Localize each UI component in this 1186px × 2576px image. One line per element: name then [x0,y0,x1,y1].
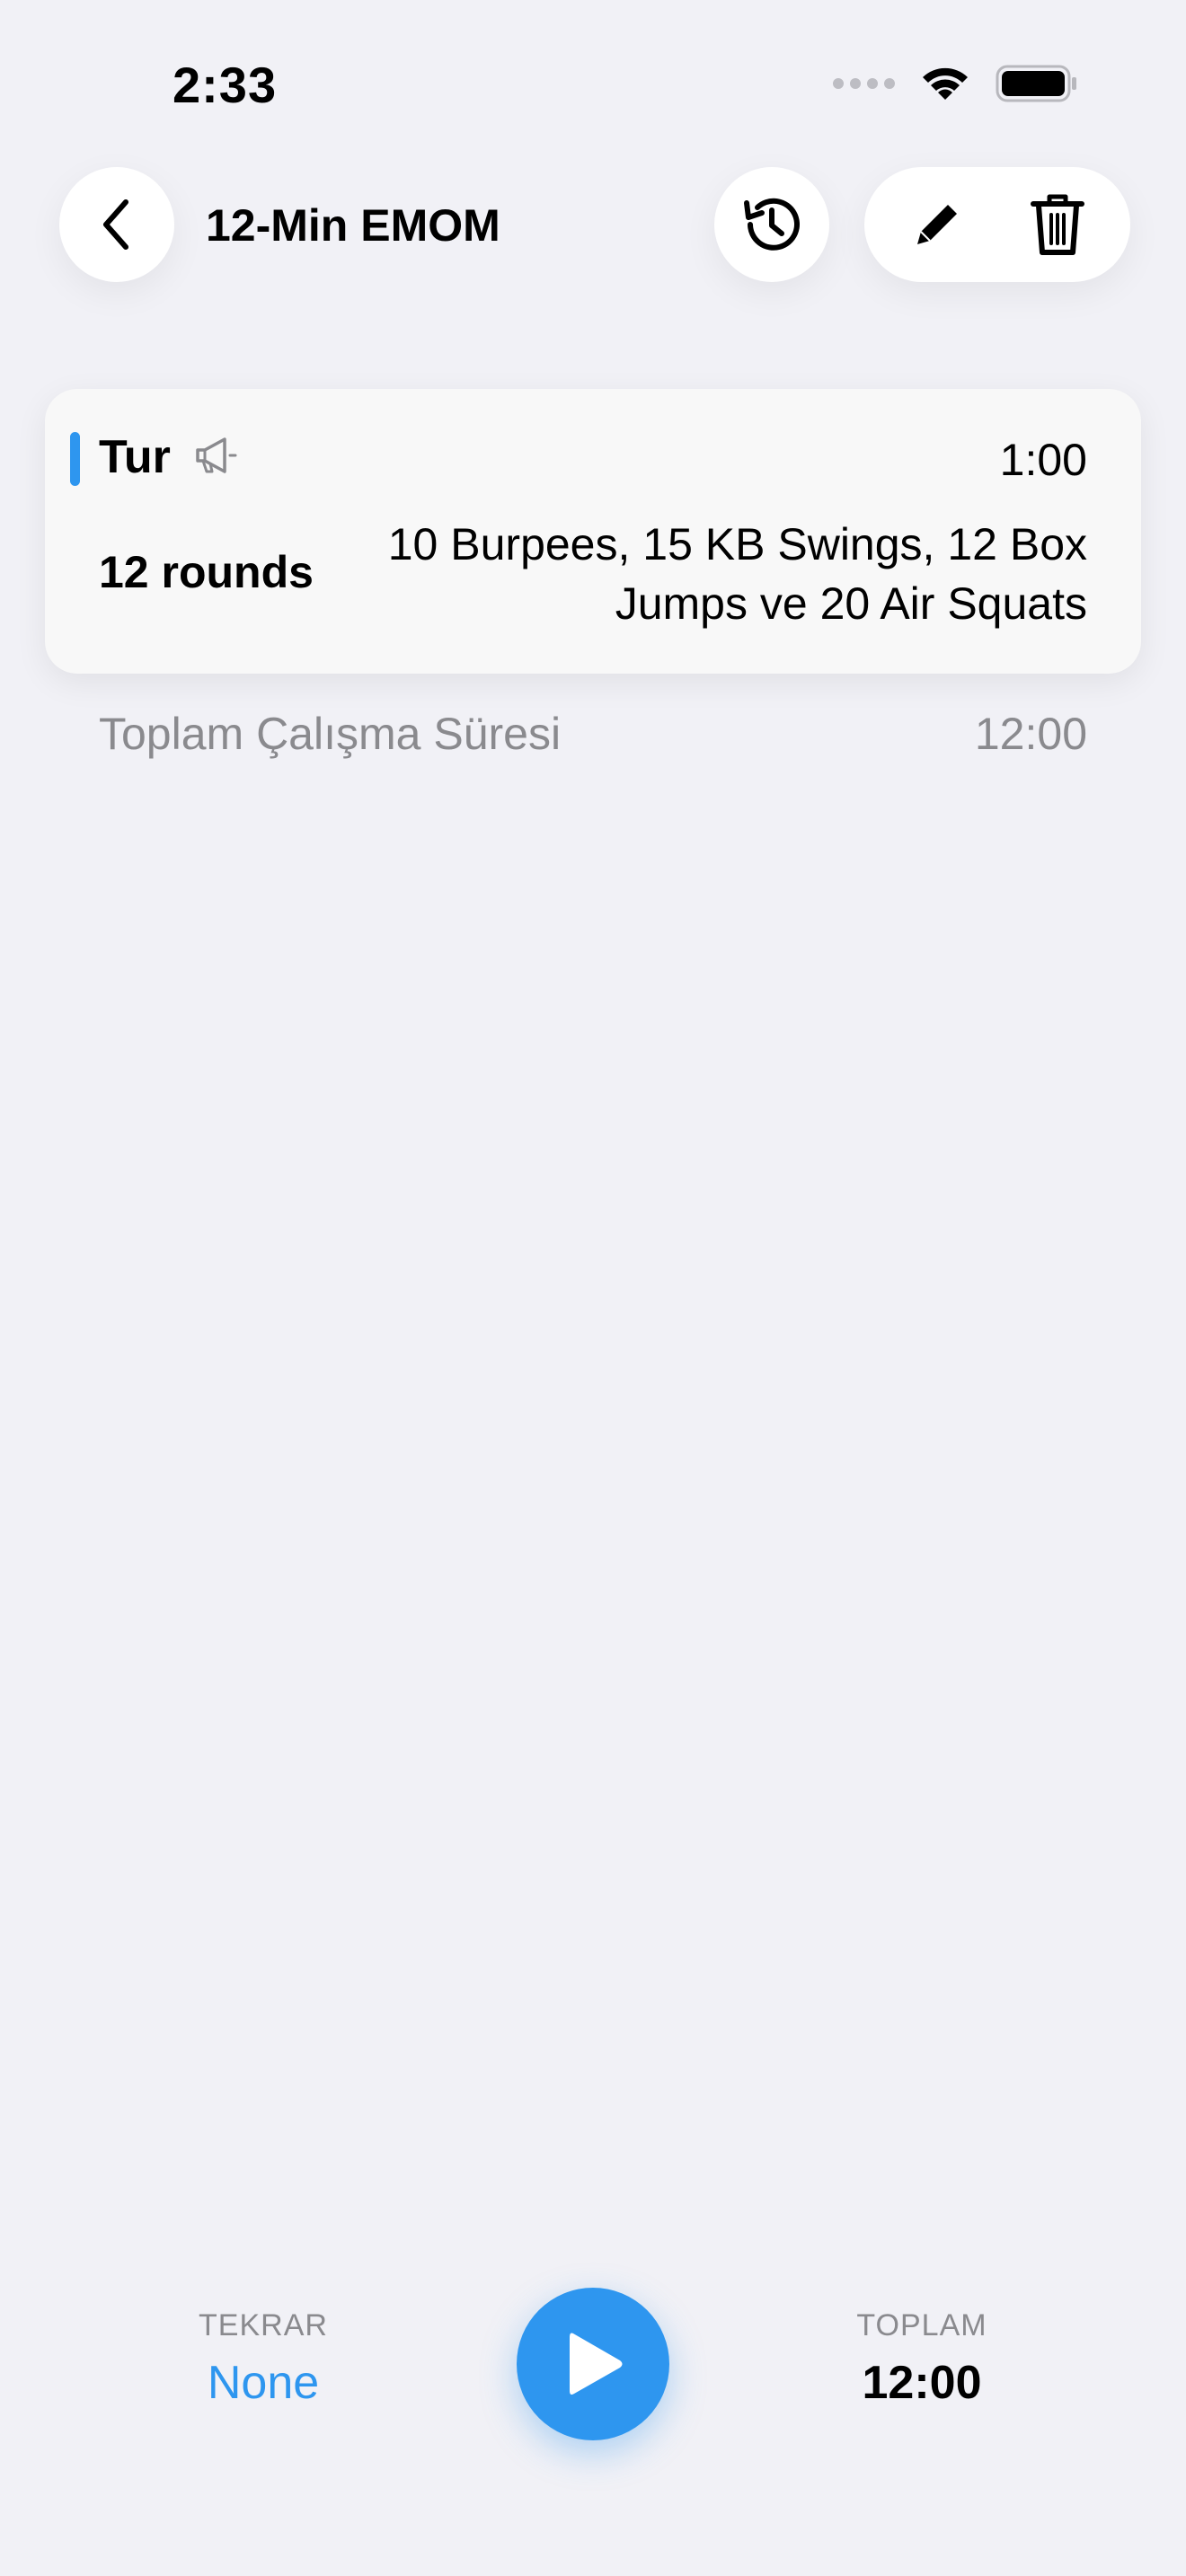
card-accent-bar [70,432,80,486]
interval-duration: 1:00 [999,435,1087,485]
header: 12-Min EMOM [59,167,1130,286]
interval-rounds: 12 rounds [99,547,314,597]
cellular-signal-icon [833,78,895,89]
status-time: 2:33 [173,57,278,113]
repeat-control[interactable]: TEKRAR None [128,2308,398,2410]
interval-card[interactable]: Tur 1:00 12 rounds 10 Burpees, 15 KB Swi… [45,389,1141,674]
total-value: 12:00 [862,2357,982,2409]
interval-description: 10 Burpees, 15 KB Swings, 12 Box Jumps v… [387,519,1087,629]
chevron-left-icon [103,199,128,250]
delete-button[interactable] [1008,175,1107,274]
megaphone-icon [196,437,237,473]
history-icon [744,198,800,251]
trash-icon [1031,194,1084,255]
repeat-value[interactable]: None [128,2356,398,2410]
interval-type-label: Tur [99,431,171,483]
play-button[interactable] [517,2288,669,2440]
total-label: TOPLAM [856,2308,987,2342]
total-work-time-row: Toplam Çalışma Süresi 12:00 [99,708,1087,760]
edit-delete-group [864,167,1130,282]
edit-button[interactable] [888,175,987,274]
status-icons [833,63,1078,104]
back-button[interactable] [59,167,174,282]
play-icon [570,2333,623,2395]
status-bar: 2:33 [0,0,1186,171]
page-title: 12-Min EMOM [206,200,500,251]
battery-icon [996,65,1076,102]
total-control: TOPLAM 12:00 [787,2308,1057,2410]
total-work-time-value: 12:00 [974,709,1087,759]
pencil-icon [917,205,957,244]
wifi-icon [923,67,968,100]
history-button[interactable] [714,167,829,282]
repeat-label: TEKRAR [199,2308,328,2342]
total-work-time-label: Toplam Çalışma Süresi [99,709,562,759]
